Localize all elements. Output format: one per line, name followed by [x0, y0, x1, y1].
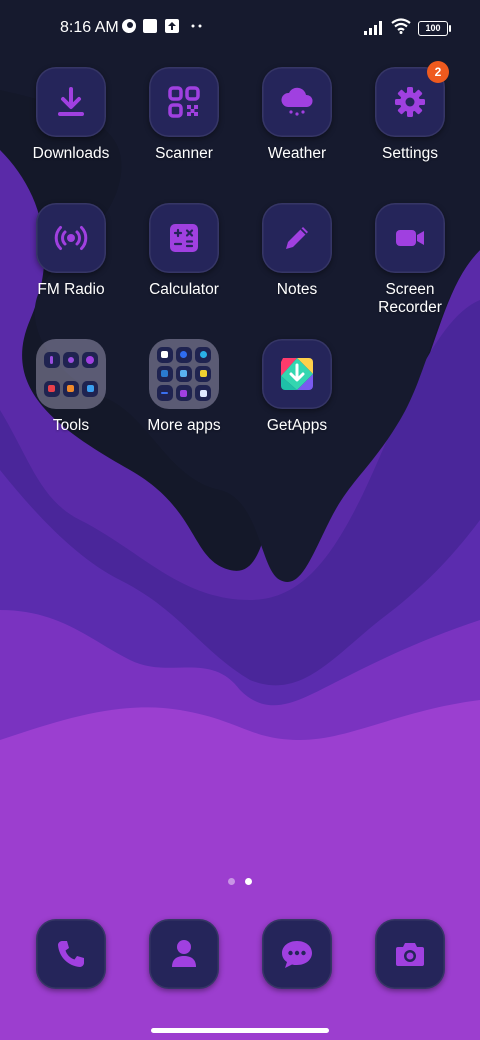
- mini-red-app-icon: [43, 380, 60, 397]
- messages-tile[interactable]: [262, 919, 332, 989]
- contacts-tile[interactable]: [149, 919, 219, 989]
- square-notification-icon: [143, 19, 157, 33]
- status-time: 8:16 AM: [60, 19, 119, 36]
- mini-app-icon: [195, 346, 212, 363]
- app-label: Notes: [276, 281, 318, 298]
- mini-app-icon: [156, 346, 173, 363]
- page-dot-1[interactable]: [228, 878, 235, 885]
- notes-tile[interactable]: [262, 203, 332, 273]
- app-notes[interactable]: Notes: [241, 203, 353, 299]
- notification-badge: 2: [427, 61, 449, 83]
- phone-icon: [58, 941, 84, 967]
- getapps-tile[interactable]: [262, 339, 332, 409]
- camera-tile[interactable]: [375, 919, 445, 989]
- status-bar: 8:16 AM 100: [0, 0, 480, 56]
- scanner-tile[interactable]: [149, 67, 219, 137]
- app-label: FM Radio: [37, 281, 105, 298]
- folder-more-apps[interactable]: More apps: [128, 339, 240, 435]
- weather-cloud-icon: [281, 87, 313, 116]
- app-getapps[interactable]: GetApps: [241, 339, 353, 435]
- settings-tile[interactable]: 2: [375, 61, 449, 137]
- app-downloads[interactable]: Downloads: [15, 67, 127, 163]
- app-scanner[interactable]: Scanner: [128, 67, 240, 163]
- weather-tile[interactable]: [262, 67, 332, 137]
- dock-messages[interactable]: [241, 919, 353, 989]
- gear-icon: [395, 87, 425, 117]
- folder-tools[interactable]: Tools: [15, 339, 127, 435]
- screen-recorder-tile[interactable]: [375, 203, 445, 273]
- message-icon: [282, 941, 312, 968]
- mini-facebook-icon: [175, 346, 192, 363]
- mini-app-icon: [195, 365, 212, 382]
- wifi-icon: [391, 18, 411, 34]
- download-icon: [58, 87, 84, 116]
- fm-radio-tile[interactable]: [36, 203, 106, 273]
- app-label: Calculator: [149, 281, 219, 298]
- camera-icon: [396, 943, 424, 966]
- app-label: Settings: [381, 145, 438, 162]
- battery-indicator: 100: [418, 21, 451, 36]
- dock-phone[interactable]: [15, 919, 127, 989]
- app-notification-icon: [122, 19, 136, 33]
- dock-camera[interactable]: [354, 919, 466, 989]
- app-label: Weather: [267, 145, 327, 162]
- mini-linkedin-icon: [156, 365, 173, 382]
- calculator-tile[interactable]: [149, 203, 219, 273]
- app-settings[interactable]: 2 Settings: [354, 61, 466, 163]
- tools-folder-tile[interactable]: [36, 339, 106, 409]
- app-label: Downloads: [32, 145, 110, 162]
- mini-blue-app-icon: [82, 380, 99, 397]
- mini-orange-app-icon: [62, 380, 79, 397]
- app-fm-radio[interactable]: FM Radio: [15, 203, 127, 299]
- more-notifications-icon: [191, 24, 202, 28]
- mini-app-icon: [156, 385, 173, 402]
- contact-icon: [172, 940, 196, 967]
- qr-scanner-icon: [168, 86, 200, 118]
- phone-tile[interactable]: [36, 919, 106, 989]
- dock-contacts[interactable]: [128, 919, 240, 989]
- app-weather[interactable]: Weather: [241, 67, 353, 163]
- more-apps-folder-tile[interactable]: [149, 339, 219, 409]
- page-dot-2-active[interactable]: [245, 878, 252, 885]
- upload-notification-icon: [165, 19, 179, 33]
- mini-share-icon: [62, 351, 79, 368]
- mini-play-icon: [175, 385, 192, 402]
- app-label: Scanner: [155, 145, 213, 162]
- page-indicator: [0, 878, 480, 888]
- mini-app-icon: [195, 385, 212, 402]
- downloads-tile[interactable]: [36, 67, 106, 137]
- folder-label: More apps: [147, 417, 221, 434]
- home-gesture-bar[interactable]: [151, 1028, 329, 1033]
- video-camera-icon: [396, 230, 424, 246]
- app-calculator[interactable]: Calculator: [128, 203, 240, 299]
- radio-icon: [54, 226, 88, 250]
- app-screen-recorder[interactable]: Screen Recorder: [354, 203, 466, 317]
- folder-label: Tools: [52, 417, 90, 434]
- mini-mic-icon: [43, 351, 60, 368]
- getapps-icon: [281, 358, 313, 390]
- calculator-icon: [170, 224, 198, 252]
- mini-compass-icon: [82, 351, 99, 368]
- mini-app-icon: [175, 365, 192, 382]
- app-label: GetApps: [266, 417, 328, 434]
- app-label: Screen Recorder: [378, 281, 442, 316]
- pencil-icon: [286, 227, 308, 249]
- signal-icon: [364, 21, 382, 35]
